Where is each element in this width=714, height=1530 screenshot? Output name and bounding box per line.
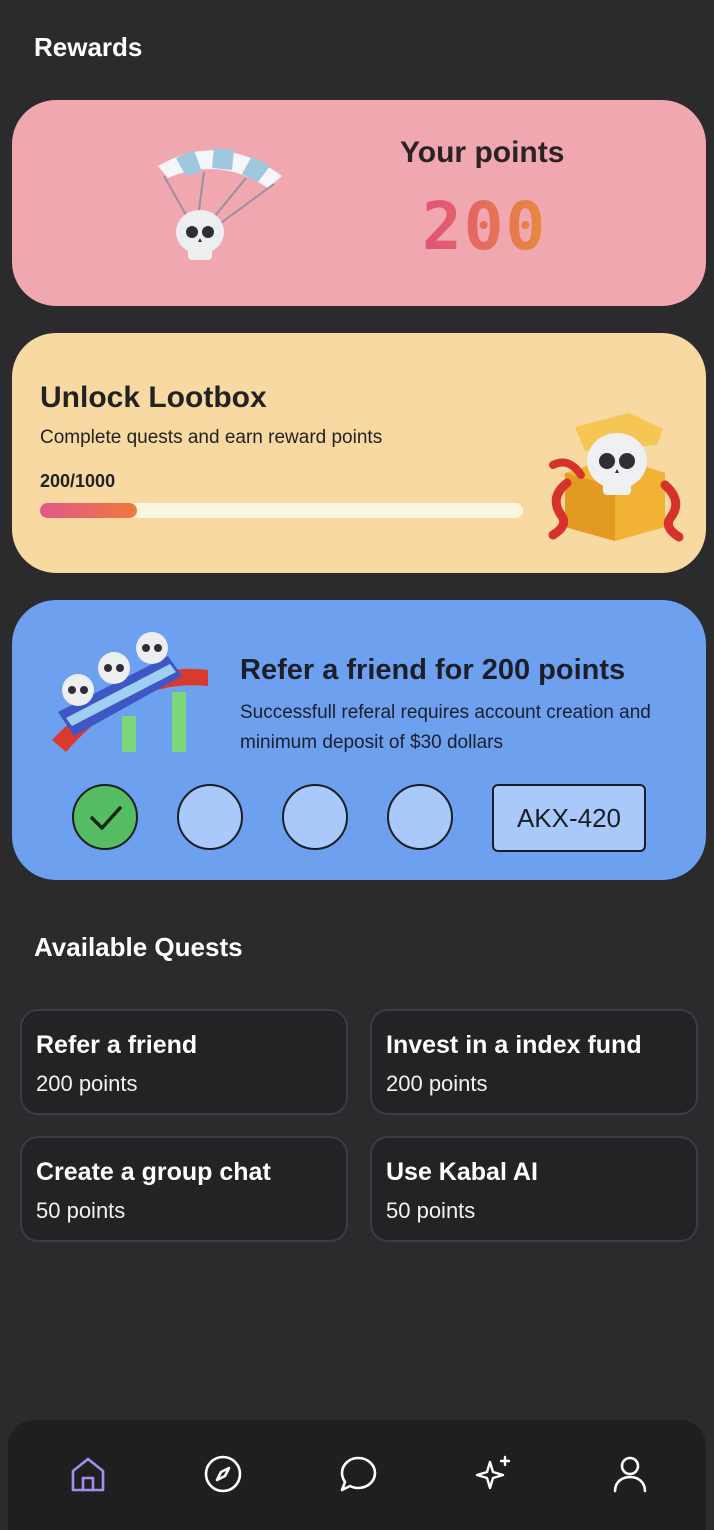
quest-name: Create a group chat [36,1158,271,1186]
lootbox-subtitle: Complete quests and earn reward points [40,427,383,448]
roller-coaster-skulls-icon [52,632,208,752]
chat-icon [340,1456,377,1492]
nav-profile-button[interactable] [610,1454,650,1494]
quest-points: 200 points [386,1071,488,1096]
refer-title: Refer a friend for 200 points [240,654,626,686]
quest-points: 50 points [36,1198,126,1223]
lootbox-progress-bar [40,503,523,518]
referral-step-1-completed [72,784,138,850]
referral-step-3 [282,784,348,850]
quest-card-invest-index-fund[interactable]: Invest in a index fund 200 points [370,1009,698,1115]
points-card: Your points 200 [12,100,706,306]
quest-card-refer-friend[interactable]: Refer a friend 200 points [20,1009,348,1115]
nav-ai-button[interactable] [474,1454,514,1494]
nav-home-button[interactable] [68,1454,108,1494]
quest-card-group-chat[interactable]: Create a group chat 50 points [20,1136,348,1242]
compass-icon [204,1455,242,1493]
refer-friend-card: Refer a friend for 200 points Successful… [12,600,706,880]
bottom-nav [8,1420,706,1530]
refer-description: Successfull referal requires account cre… [240,702,651,753]
nav-explore-button[interactable] [203,1454,243,1494]
page-title: Rewards [34,32,143,62]
user-icon [613,1456,647,1493]
check-icon [90,806,122,830]
available-quests-heading: Available Quests [34,932,243,962]
sparkles-icon [475,1455,511,1490]
lootbox-title: Unlock Lootbox [40,381,267,414]
referral-code[interactable]: AKX-420 [492,784,646,852]
lootbox-card[interactable]: Unlock Lootbox Complete quests and earn … [12,333,706,573]
referral-step-2 [177,784,243,850]
lootbox-skull-icon [548,413,684,542]
parachute-skull-icon [158,148,282,260]
quest-card-kabal-ai[interactable]: Use Kabal AI 50 points [370,1136,698,1242]
points-value: 200 [422,188,548,265]
home-icon [71,1457,105,1492]
lootbox-progress-fill [40,503,137,518]
lootbox-progress-text: 200/1000 [40,471,116,491]
referral-step-4 [387,784,453,850]
quest-name: Use Kabal AI [386,1158,538,1186]
quest-name: Invest in a index fund [386,1031,642,1059]
quest-points: 200 points [36,1071,138,1096]
quest-points: 50 points [386,1198,476,1223]
nav-chat-button[interactable] [338,1454,378,1494]
quest-name: Refer a friend [36,1031,198,1059]
points-label: Your points [400,136,565,169]
